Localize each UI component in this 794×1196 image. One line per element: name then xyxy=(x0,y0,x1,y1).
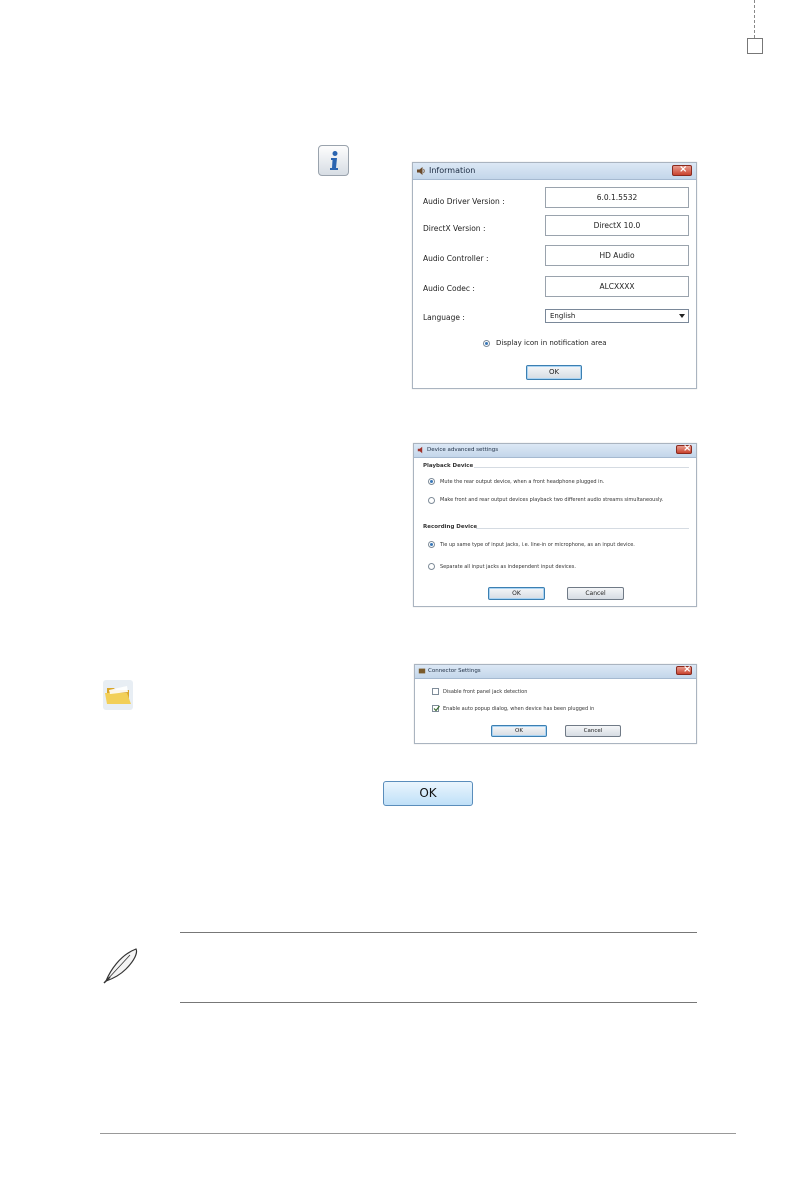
language-label: Language : xyxy=(423,313,465,322)
group-divider xyxy=(476,528,689,529)
separate-inputs-label: Separate all input jacks as independent … xyxy=(440,564,576,570)
speaker-icon xyxy=(417,167,425,175)
audio-codec-label: Audio Codec : xyxy=(423,284,475,293)
footer-rule xyxy=(100,1133,736,1134)
audio-codec-value: ALCXXXX xyxy=(545,276,689,297)
notification-radio[interactable] xyxy=(483,340,490,347)
connector-titlebar: Connector Settings xyxy=(415,663,696,679)
language-select[interactable]: English xyxy=(545,309,689,323)
note-pen-icon xyxy=(100,943,144,987)
ok-button-sample[interactable]: OK xyxy=(383,781,473,806)
tie-inputs-label: Tie up same type of input jacks, i.e. li… xyxy=(440,542,635,548)
chevron-down-icon xyxy=(679,314,685,318)
cancel-button[interactable]: Cancel xyxy=(567,587,624,600)
cut-line xyxy=(754,0,755,38)
directx-version-value: DirectX 10.0 xyxy=(545,215,689,236)
close-button[interactable] xyxy=(676,442,692,455)
window-title: Information xyxy=(429,166,476,175)
disable-jack-detection-checkbox[interactable] xyxy=(432,688,439,695)
ok-button[interactable]: OK xyxy=(488,587,545,600)
close-button[interactable] xyxy=(672,162,692,178)
ok-button[interactable]: OK xyxy=(491,725,547,737)
group-divider xyxy=(474,467,689,468)
tie-inputs-radio[interactable] xyxy=(428,541,435,548)
connector-icon xyxy=(418,668,426,674)
window-title: Device advanced settings xyxy=(427,447,499,453)
auto-popup-label: Enable auto popup dialog, when device ha… xyxy=(443,706,595,712)
auto-popup-checkbox[interactable] xyxy=(432,705,440,712)
audio-controller-value: HD Audio xyxy=(545,245,689,266)
separate-inputs-radio[interactable] xyxy=(428,563,435,570)
device-titlebar: Device advanced settings xyxy=(414,442,696,458)
close-button[interactable] xyxy=(676,663,692,676)
device-advanced-settings-window: Device advanced settings Playback Device… xyxy=(413,442,697,607)
checkmark-icon xyxy=(433,705,440,712)
audio-controller-label: Audio Controller : xyxy=(423,254,489,263)
two-streams-label: Make front and rear output devices playb… xyxy=(440,497,664,503)
info-icon xyxy=(318,145,349,176)
driver-version-value: 6.0.1.5532 xyxy=(545,187,689,208)
driver-version-label: Audio Driver Version : xyxy=(423,197,505,206)
speaker-icon xyxy=(417,446,423,454)
cut-mark xyxy=(747,38,763,54)
folder-icon xyxy=(103,680,133,710)
note-rule-top xyxy=(180,932,697,933)
note-rule-bottom xyxy=(180,1002,697,1003)
disable-jack-detection-label: Disable front panel jack detection xyxy=(443,689,528,695)
mute-rear-radio[interactable] xyxy=(428,478,435,485)
information-titlebar: Information xyxy=(413,162,696,180)
connector-settings-window: Connector Settings Disable front panel j… xyxy=(414,663,697,744)
mute-rear-label: Mute the rear output device, when a fron… xyxy=(440,479,605,485)
two-streams-radio[interactable] xyxy=(428,497,435,504)
language-value: English xyxy=(550,312,576,320)
window-title: Connector Settings xyxy=(428,668,481,674)
cancel-button[interactable]: Cancel xyxy=(565,725,621,737)
ok-button[interactable]: OK xyxy=(526,365,582,380)
notification-label: Display icon in notification area xyxy=(496,339,607,347)
playback-heading: Playback Device xyxy=(423,463,474,469)
directx-version-label: DirectX Version : xyxy=(423,224,486,233)
recording-heading: Recording Device xyxy=(423,524,478,530)
information-window: Information Audio Driver Version : 6.0.1… xyxy=(412,162,697,389)
